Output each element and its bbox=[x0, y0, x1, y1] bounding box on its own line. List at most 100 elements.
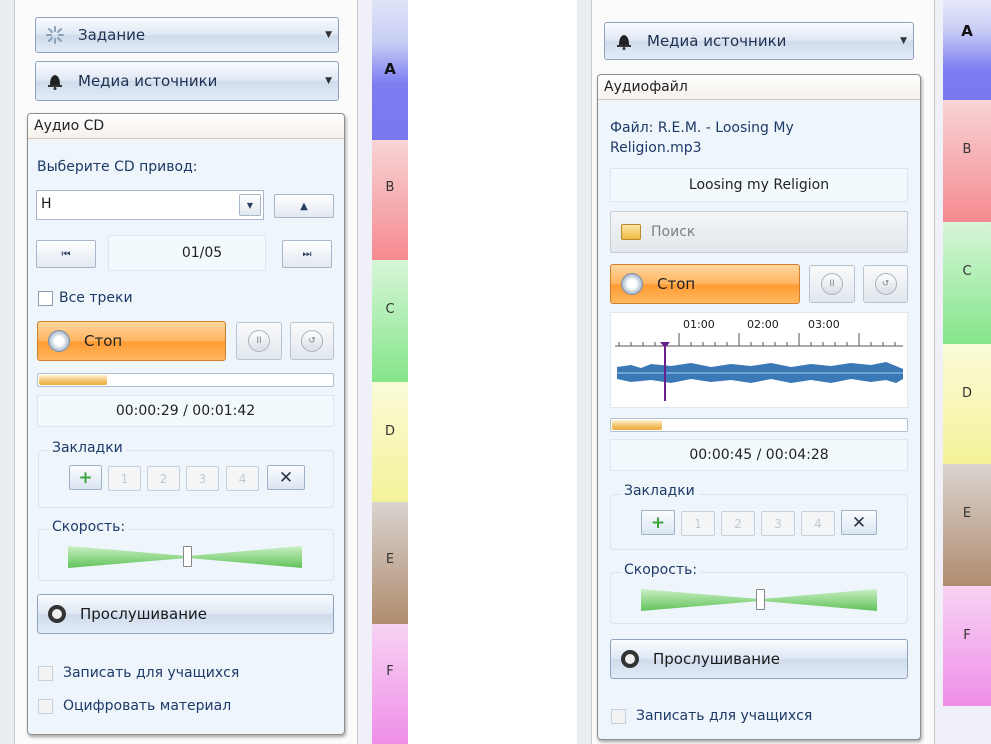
strip-segment-c[interactable]: C bbox=[372, 260, 408, 382]
delete-bookmark-button[interactable]: ✕ bbox=[267, 465, 305, 490]
bookmarks-label: Закладки bbox=[621, 483, 698, 499]
previous-track-button[interactable]: ⏮ bbox=[36, 240, 96, 268]
pause-button[interactable]: II bbox=[236, 322, 282, 360]
stop-icon bbox=[48, 330, 70, 352]
letter-strip: A B C D E F bbox=[358, 0, 408, 744]
strip-segment-d[interactable]: D bbox=[372, 382, 408, 502]
headphones-icon bbox=[621, 650, 639, 668]
stop-icon bbox=[621, 273, 643, 295]
record-label: Записать для учащихся bbox=[636, 708, 813, 724]
add-bookmark-button[interactable]: + bbox=[641, 510, 675, 535]
cd-drive-select[interactable]: H ▼ bbox=[36, 190, 264, 220]
progress-fill bbox=[39, 375, 107, 385]
chevron-down-icon: ▼ bbox=[325, 76, 332, 86]
all-tracks-checkbox[interactable]: Все треки bbox=[38, 290, 133, 306]
checkbox-box[interactable] bbox=[611, 708, 626, 724]
panel-title: Аудио CD bbox=[28, 114, 344, 139]
repeat-button[interactable]: ↺ bbox=[290, 322, 334, 360]
record-label: Записать для учащихся bbox=[63, 665, 240, 681]
strip-segment-b[interactable]: B bbox=[943, 100, 991, 222]
bookmark-3-button[interactable]: 3 bbox=[186, 466, 219, 491]
search-button[interactable]: Поиск bbox=[610, 211, 908, 253]
strip-segment-c[interactable]: C bbox=[943, 222, 991, 344]
progress-fill bbox=[612, 420, 663, 430]
strip-segment-e[interactable]: E bbox=[372, 502, 408, 624]
strip-letter-a: A bbox=[961, 22, 973, 40]
next-track-button[interactable]: ⏭ bbox=[282, 240, 332, 268]
bookmark-2-button[interactable]: 2 bbox=[147, 466, 180, 491]
track-display-value: 01/05 bbox=[181, 245, 223, 261]
listen-label: Прослушивание bbox=[80, 605, 207, 623]
listen-button[interactable]: Прослушивание bbox=[37, 594, 334, 634]
checkbox-box[interactable] bbox=[38, 698, 53, 714]
pause-icon: II bbox=[248, 330, 270, 352]
track-display: 01/05 bbox=[108, 235, 266, 271]
track-title-value: Loosing my Religion bbox=[688, 177, 830, 193]
speed-slider-thumb[interactable] bbox=[183, 546, 192, 567]
pause-button[interactable]: II bbox=[809, 265, 855, 303]
delete-bookmark-button[interactable]: ✕ bbox=[841, 510, 877, 535]
speed-label: Скорость: bbox=[621, 562, 701, 578]
playback-progress[interactable] bbox=[37, 373, 334, 387]
letter-strip: A B C D E F bbox=[935, 0, 991, 744]
time-display: 00:00:45 / 00:04:28 bbox=[610, 439, 908, 471]
eject-button[interactable]: ▲ bbox=[274, 194, 334, 218]
strip-letter-e: E bbox=[962, 506, 972, 521]
bookmark-4-button[interactable]: 4 bbox=[226, 466, 259, 491]
speed-label: Скорость: bbox=[49, 519, 129, 535]
strip-segment-e[interactable]: E bbox=[943, 464, 991, 586]
bookmark-2-button[interactable]: 2 bbox=[721, 511, 755, 536]
strip-letter-c: C bbox=[385, 302, 395, 317]
bookmarks-label: Закладки bbox=[49, 440, 126, 456]
listen-label: Прослушивание bbox=[653, 650, 780, 668]
strip-segment-d[interactable]: D bbox=[943, 344, 991, 464]
bookmark-1-button[interactable]: 1 bbox=[681, 511, 715, 536]
time-display-value: 00:00:29 / 00:01:42 bbox=[115, 403, 256, 419]
strip-segment-b[interactable]: B bbox=[372, 140, 408, 260]
bookmark-1-button[interactable]: 1 bbox=[108, 466, 141, 491]
stop-button[interactable]: Стоп bbox=[610, 264, 800, 304]
checkbox-box[interactable] bbox=[38, 665, 53, 681]
bookmark-4-button[interactable]: 4 bbox=[801, 511, 835, 536]
drive-label: Выберите CD привод: bbox=[37, 159, 198, 175]
strip-segment-a[interactable]: A bbox=[943, 0, 991, 100]
repeat-button[interactable]: ↺ bbox=[863, 265, 908, 303]
left-window: Задание ▼ Медиа источники ▼ Аудио CD Выб… bbox=[0, 0, 412, 744]
strip-letter-b: B bbox=[385, 180, 395, 195]
strip-segment-f[interactable]: F bbox=[943, 586, 991, 706]
left-window-edge bbox=[0, 0, 14, 744]
loading-spinner-icon bbox=[46, 26, 64, 44]
wave-tick-label-3: 03:00 bbox=[808, 318, 840, 331]
stop-button[interactable]: Стоп bbox=[37, 321, 226, 361]
chevron-down-icon[interactable]: ▼ bbox=[239, 194, 261, 216]
record-for-students-checkbox[interactable]: Записать для учащихся bbox=[38, 665, 239, 681]
media-sources-button[interactable]: Медиа источники ▼ bbox=[35, 61, 339, 101]
track-title-display: Loosing my Religion bbox=[610, 168, 908, 202]
checkbox-box[interactable] bbox=[38, 290, 53, 306]
listen-button[interactable]: Прослушивание bbox=[610, 639, 908, 679]
strip-letter-c: C bbox=[962, 264, 972, 279]
folder-icon bbox=[621, 224, 641, 240]
right-window-edge bbox=[577, 0, 591, 744]
wave-tick-label-2: 02:00 bbox=[747, 318, 779, 331]
record-for-students-checkbox[interactable]: Записать для учащихся bbox=[611, 708, 812, 724]
stop-label: Стоп bbox=[84, 332, 123, 350]
strip-letter-e: E bbox=[385, 552, 395, 567]
add-bookmark-button[interactable]: + bbox=[69, 465, 102, 490]
waveform-view[interactable]: 01:00 02:00 03:00 bbox=[610, 312, 908, 408]
all-tracks-label: Все треки bbox=[59, 290, 133, 306]
playback-progress[interactable] bbox=[610, 418, 908, 432]
stop-label: Стоп bbox=[657, 275, 696, 293]
strip-segment-a[interactable]: A bbox=[372, 0, 408, 140]
speed-slider-thumb[interactable] bbox=[756, 589, 765, 610]
bell-icon bbox=[615, 32, 633, 50]
file-label: Файл: R.E.M. - Loosing My Religion.mp3 bbox=[610, 120, 794, 156]
task-button[interactable]: Задание ▼ bbox=[35, 17, 339, 53]
media-sources-button[interactable]: Медиа источники ▼ bbox=[604, 22, 914, 60]
bookmark-3-button[interactable]: 3 bbox=[761, 511, 795, 536]
digitize-material-checkbox[interactable]: Оцифровать материал bbox=[38, 698, 231, 714]
strip-letter-a: A bbox=[384, 60, 396, 78]
strip-letter-d: D bbox=[961, 386, 972, 401]
strip-segment-f[interactable]: F bbox=[372, 624, 408, 744]
wave-tick-label-1: 01:00 bbox=[683, 318, 715, 331]
